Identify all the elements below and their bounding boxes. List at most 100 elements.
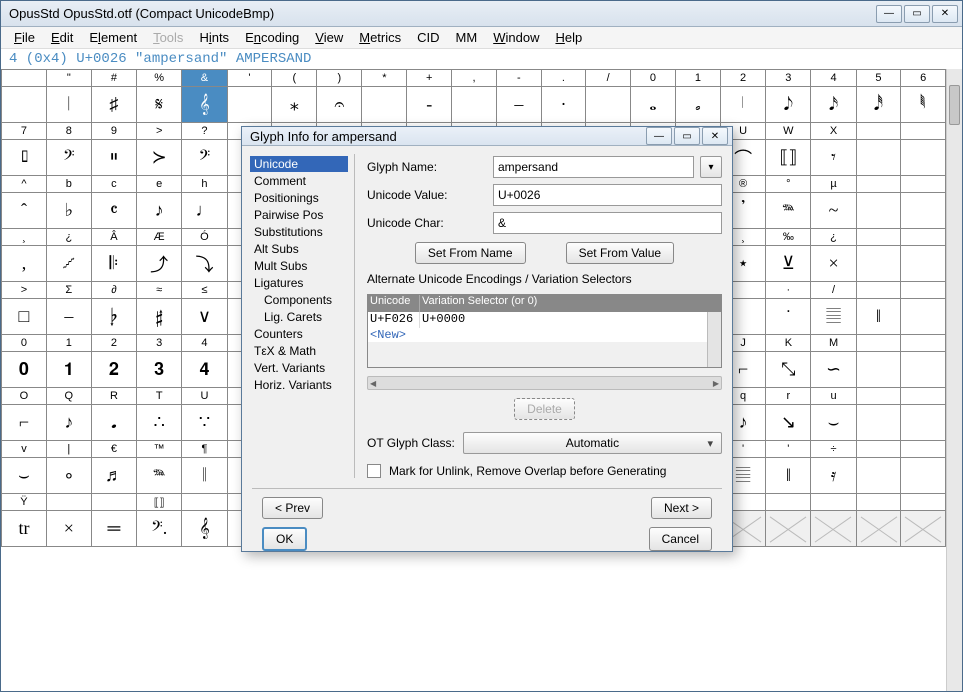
glyph-cell[interactable] [856,405,901,441]
glyph-cell[interactable]: 𝟏 [46,352,91,388]
glyph-cell[interactable]: ♯ [91,87,136,123]
glyph-header-cell[interactable]: ÷ [811,441,856,458]
glyph-cell[interactable]: 𝅥 [720,87,765,123]
glyph-cell[interactable]: 𝄐 [317,87,362,123]
glyph-header-cell[interactable]: , [452,70,497,87]
scrollbar-thumb[interactable] [949,85,960,125]
glyph-header-cell[interactable]: Ÿ [2,494,47,511]
glyph-cell[interactable]: 𝆮 [137,458,182,494]
dialog-nav-item[interactable]: Substitutions [250,224,348,240]
dialog-nav-item[interactable]: Alt Subs [250,241,348,257]
minimize-button[interactable]: — [876,5,902,23]
glyph-cell[interactable] [227,87,272,123]
glyph-header-cell[interactable]: R [91,388,136,405]
glyph-cell[interactable]: 𝄋 [137,87,182,123]
glyph-header-cell[interactable]: ≈ [137,282,182,299]
glyph-cell[interactable]: ═ [91,511,136,547]
glyph-header-cell[interactable]: " [46,70,91,87]
glyph-header-cell[interactable]: r [766,388,811,405]
glyph-header-cell[interactable] [856,282,901,299]
glyph-cell[interactable]: 𝅱 [901,87,946,123]
glyph-cell[interactable]: 𝆱 [46,246,91,282]
glyph-cell[interactable]: ♩ [182,193,227,229]
glyph-cell[interactable]: ≻ [137,140,182,176]
dialog-nav-item[interactable]: TεX & Math [250,343,348,359]
glyph-cell[interactable]: 𝄞 [182,87,227,123]
glyph-header-cell[interactable]: 6 [901,70,946,87]
menu-cid[interactable]: CID [410,28,446,47]
glyph-cell[interactable]: ‖ [856,299,901,335]
glyph-header-cell[interactable]: ? [182,123,227,140]
glyph-cell[interactable]: × [46,511,91,547]
glyph-cell[interactable] [362,87,407,123]
glyph-cell[interactable]: ∘ [46,458,91,494]
menu-hints[interactable]: Hints [192,28,236,47]
alt-new-row[interactable]: <New> [368,328,721,342]
glyph-cell[interactable]: – [496,87,541,123]
glyph-cell[interactable]: 𝅘𝅥𝅮 [766,87,811,123]
glyph-header-cell[interactable]: M [811,335,856,352]
glyph-cell[interactable]: 𝟐 [91,352,136,388]
glyph-header-cell[interactable]: + [407,70,452,87]
glyph-cell[interactable]: ∴ [137,405,182,441]
glyph-header-cell[interactable]: ° [766,176,811,193]
glyph-header-cell[interactable] [766,494,811,511]
glyph-cell[interactable]: , [2,246,47,282]
glyph-cell[interactable]: ˆ [2,193,47,229]
glyph-header-cell[interactable] [901,388,946,405]
glyph-header-cell[interactable]: Â [91,229,136,246]
dialog-nav-item[interactable]: Pairwise Pos [250,207,348,223]
glyph-header-cell[interactable] [901,282,946,299]
glyph-header-cell[interactable]: b [46,176,91,193]
dialog-close-button[interactable]: ✕ [702,127,728,145]
glyph-cell[interactable]: ∨ [182,299,227,335]
ot-class-combo[interactable]: Automatic [463,432,722,454]
glyph-cell[interactable]: 𝄿 [811,458,856,494]
glyph-header-cell[interactable] [856,388,901,405]
glyph-cell[interactable]: 𝄁 [182,458,227,494]
glyph-cell[interactable] [856,140,901,176]
glyph-header-cell[interactable]: ⟦⟧ [137,494,182,511]
glyph-header-cell[interactable]: ™ [137,441,182,458]
glyph-header-cell[interactable]: Σ [46,282,91,299]
glyph-cell[interactable]: ♪ [46,405,91,441]
prev-button[interactable]: < Prev [262,497,323,519]
glyph-header-cell[interactable]: ^ [2,176,47,193]
glyph-cell[interactable]: 𝄞 [182,511,227,547]
alt-row[interactable]: U+F026 U+0000 [368,312,721,328]
cancel-button[interactable]: Cancel [649,527,712,551]
glyph-cell[interactable]: ♪ [137,193,182,229]
glyph-header-cell[interactable]: ( [272,70,317,87]
glyph-header-cell[interactable]: / [586,70,631,87]
glyph-header-cell[interactable]: O [2,388,47,405]
glyph-cell[interactable]: □ [2,299,47,335]
glyph-cell[interactable]: ⁎ [272,87,317,123]
glyph-cell[interactable]: tr [2,511,47,547]
glyph-cell[interactable]: 𝄰 [137,299,182,335]
menu-help[interactable]: Help [548,28,589,47]
glyph-header-cell[interactable]: 0 [2,335,47,352]
glyph-cell[interactable] [856,352,901,388]
glyph-cell[interactable]: ⤵ [182,246,227,282]
glyph-cell[interactable]: ∽ [811,352,856,388]
glyph-cell[interactable]: ⤡ [766,352,811,388]
glyph-header-cell[interactable]: 1 [46,335,91,352]
glyph-cell[interactable]: 𝟑 [137,352,182,388]
glyph-cell[interactable]: - [407,87,452,123]
glyph-header-cell[interactable]: W [766,123,811,140]
glyph-cell[interactable]: 𝅝 [631,87,676,123]
glyph-cell[interactable] [901,193,946,229]
glyph-header-cell[interactable]: 7 [2,123,47,140]
menu-element[interactable]: Element [82,28,144,47]
glyph-header-cell[interactable] [2,70,47,87]
glyph-cell[interactable] [856,458,901,494]
glyph-header-cell[interactable] [901,229,946,246]
glyph-cell[interactable] [811,511,856,547]
glyph-header-cell[interactable] [856,229,901,246]
dialog-nav-item[interactable]: Components [250,292,348,308]
dialog-nav-item[interactable]: Ligatures [250,275,348,291]
menu-encoding[interactable]: Encoding [238,28,306,47]
glyph-header-cell[interactable]: . [541,70,586,87]
alt-horizontal-scrollbar[interactable] [367,376,722,390]
glyph-header-cell[interactable]: U [182,388,227,405]
